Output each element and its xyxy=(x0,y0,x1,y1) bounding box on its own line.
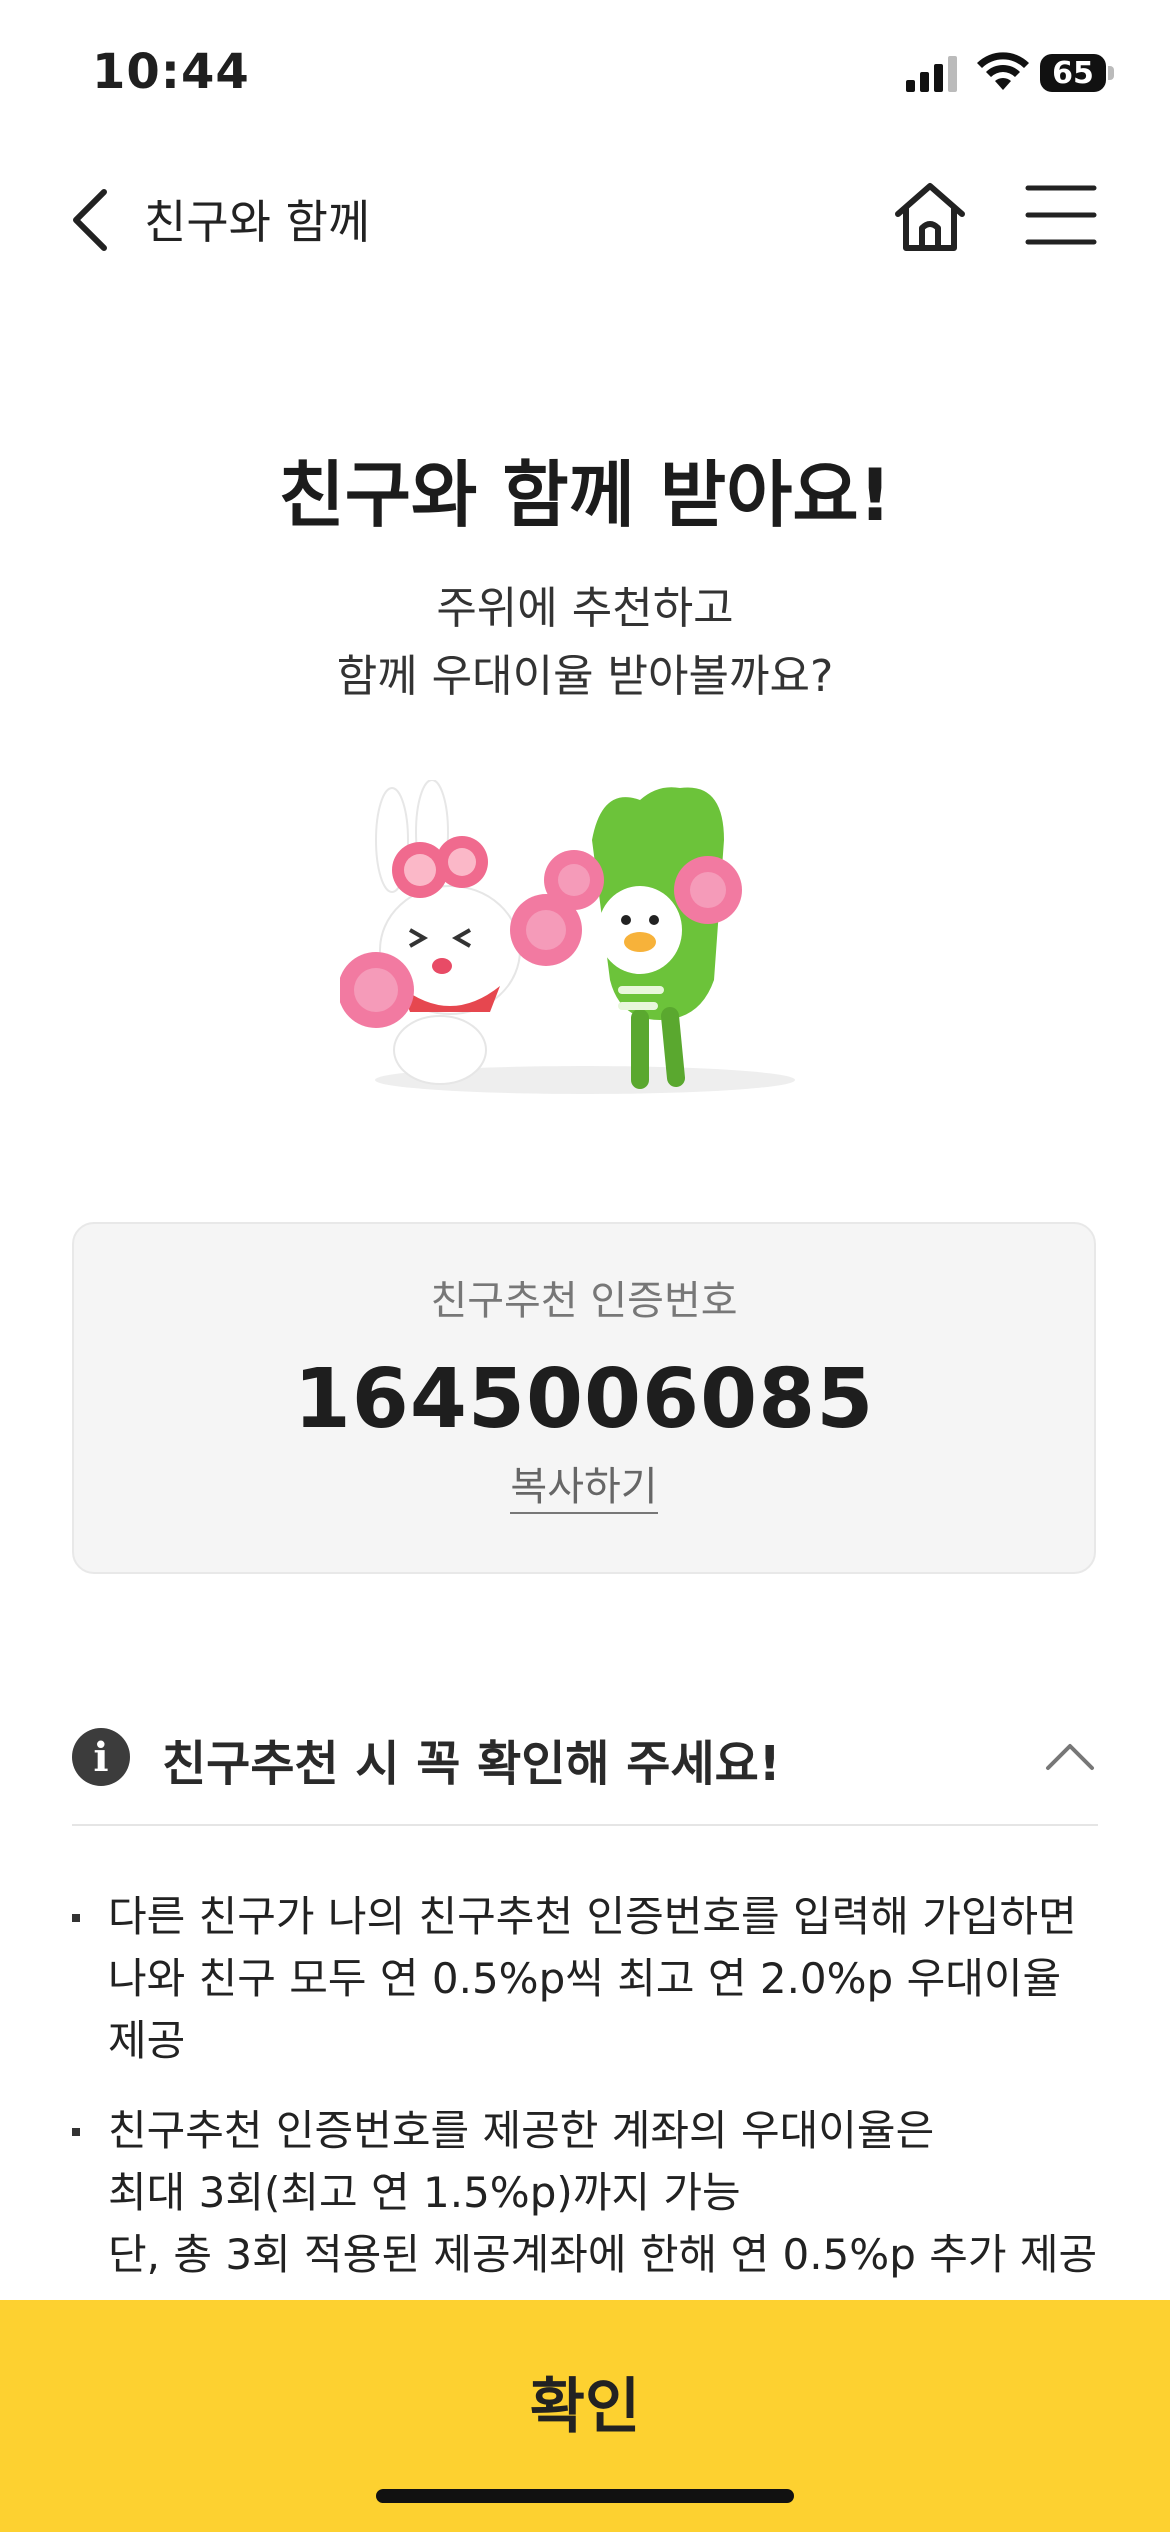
hero-subtitle-line2: 함께 우대이율 받아볼까요? xyxy=(336,651,834,702)
notice-item-line: 나와 친구 모두 연 0.5%p씩 최고 연 2.0%p 우대이율 xyxy=(108,1954,1062,2003)
notice-accordion-header[interactable]: i 친구추천 시 꼭 확인해 주세요! xyxy=(72,1706,1098,1826)
hero-subtitle-line1: 주위에 추천하고 xyxy=(436,583,734,634)
back-chevron-icon[interactable] xyxy=(62,182,122,258)
cellular-signal-icon xyxy=(906,56,957,92)
green-mascot-icon xyxy=(592,787,724,1089)
notice-list: 다른 친구가 나의 친구추천 인증번호를 입력해 가입하면 나와 친구 모두 연… xyxy=(72,1886,1098,2314)
referral-code-value: 1645006085 xyxy=(293,1352,875,1447)
nav-title: 친구와 함께 xyxy=(144,195,371,249)
notice-item: 다른 친구가 나의 친구추천 인증번호를 입력해 가입하면 나와 친구 모두 연… xyxy=(72,1886,1098,2072)
mascot-cheering-illustration xyxy=(340,780,795,1094)
notice-title: 친구추천 시 꼭 확인해 주세요! xyxy=(162,1736,781,1792)
referral-code-card: 친구추천 인증번호 1645006085 복사하기 xyxy=(72,1222,1096,1574)
battery-icon: 65 xyxy=(1040,54,1106,92)
status-bar: 10:44 65 xyxy=(0,0,1170,150)
notice-item-line: 단, 총 3회 적용된 제공계좌에 한해 연 0.5%p 추가 제공 xyxy=(108,2230,1098,2279)
copy-code-label[interactable]: 복사하기 xyxy=(510,1464,658,1514)
rabbit-mascot-icon xyxy=(375,780,521,1085)
notice-item-line: 친구추천 인증번호를 제공한 계좌의 우대이율은 xyxy=(108,2106,935,2155)
hamburger-menu-icon[interactable] xyxy=(1024,178,1098,252)
home-icon[interactable] xyxy=(888,174,972,258)
status-time: 10:44 xyxy=(92,44,250,100)
copy-code-link[interactable]: 복사하기 xyxy=(74,1454,1094,1514)
chevron-up-icon[interactable] xyxy=(1042,1736,1098,1776)
referral-code-label: 친구추천 인증번호 xyxy=(430,1278,738,1324)
notice-item-line: 최대 3회(최고 연 1.5%p)까지 가능 xyxy=(108,2168,741,2217)
notice-item: 친구추천 인증번호를 제공한 계좌의 우대이율은 최대 3회(최고 연 1.5%… xyxy=(72,2100,1098,2286)
info-icon: i xyxy=(72,1728,130,1786)
nav-bar: 친구와 함께 xyxy=(0,160,1170,280)
notice-item-line: 다른 친구가 나의 친구추천 인증번호를 입력해 가입하면 xyxy=(108,1892,1077,1941)
home-indicator xyxy=(376,2489,794,2503)
page-title: 친구와 함께 받아요! xyxy=(278,453,892,537)
battery-tip xyxy=(1108,66,1114,80)
notice-item-line: 제공 xyxy=(108,2016,186,2065)
wifi-icon xyxy=(977,52,1029,90)
confirm-button-label: 확인 xyxy=(529,2373,641,2440)
